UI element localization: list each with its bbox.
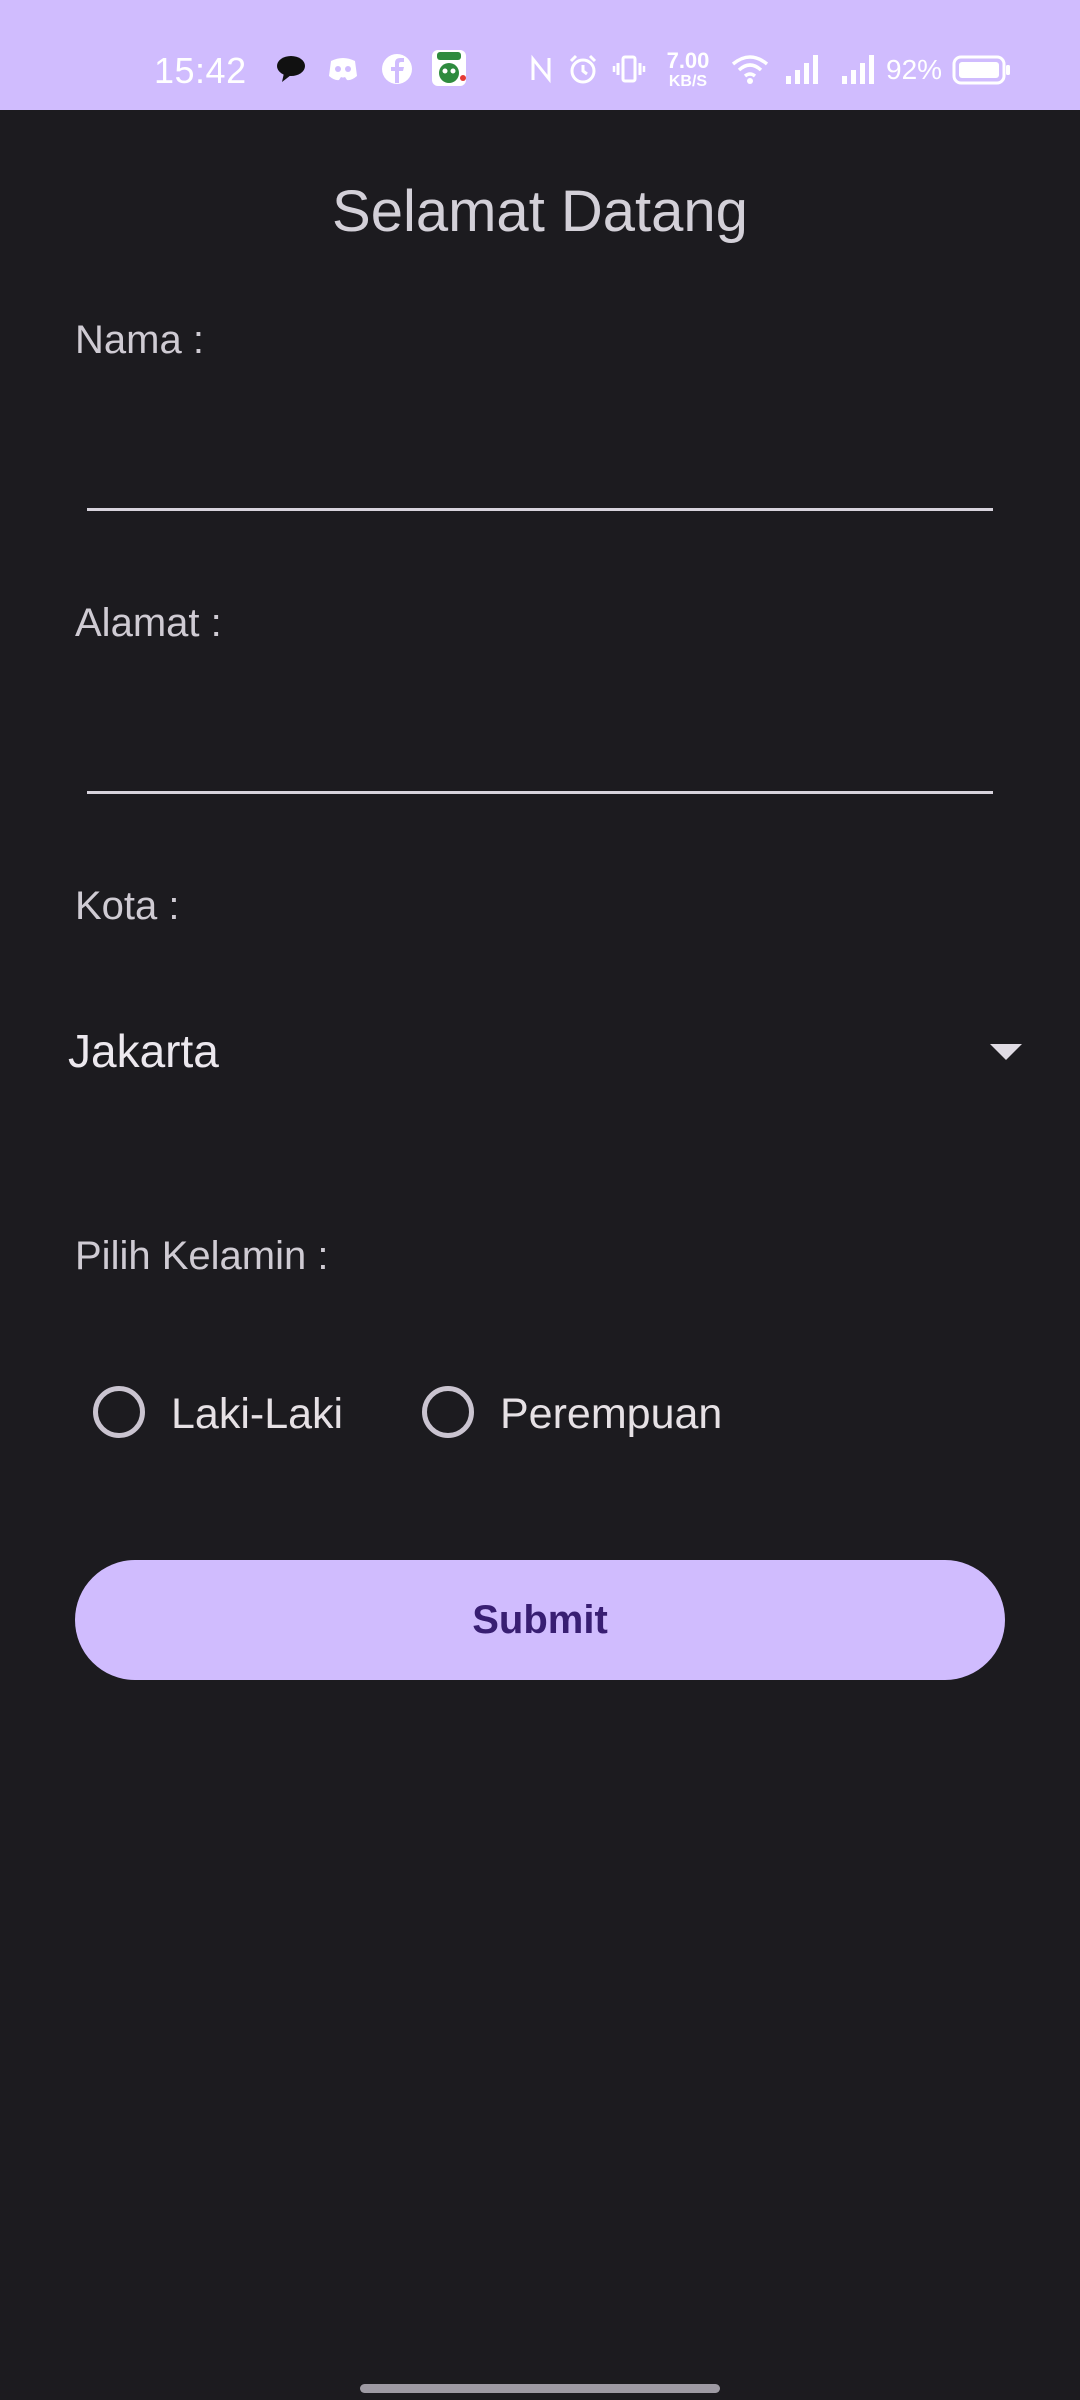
address-input[interactable]	[87, 701, 993, 794]
nfc-icon	[531, 54, 551, 84]
name-input[interactable]	[87, 418, 993, 511]
radio-unchecked-icon	[422, 1386, 474, 1438]
chat-bubble-icon	[277, 56, 305, 82]
signal-icon	[786, 55, 818, 84]
city-dropdown[interactable]: Jakarta	[68, 1010, 1028, 1100]
discord-icon	[329, 58, 357, 81]
radio-unchecked-icon	[93, 1386, 145, 1438]
network-speed: 7.00 KB/S	[662, 50, 714, 90]
gender-label: Pilih Kelamin :	[75, 1234, 329, 1278]
city-dropdown-value: Jakarta	[68, 1025, 219, 1077]
status-time: 15:42	[154, 50, 247, 91]
alarm-icon	[569, 54, 597, 84]
network-speed-value: 7.00	[666, 48, 710, 73]
network-speed-unit: KB/S	[668, 73, 708, 90]
radio-label-perempuan: Perempuan	[500, 1390, 723, 1438]
city-label: Kota :	[75, 884, 180, 928]
sticker-app-icon	[432, 50, 466, 86]
submit-button[interactable]: Submit	[75, 1560, 1005, 1680]
address-label: Alamat :	[75, 601, 222, 645]
status-bar: 15:42 7.00 KB/S 92%	[0, 0, 1080, 110]
wifi-icon	[731, 55, 769, 84]
radio-option-laki-laki[interactable]: Laki-Laki	[93, 1382, 383, 1452]
home-indicator[interactable]	[360, 2384, 720, 2393]
name-label: Nama :	[75, 318, 204, 362]
page-title: Selamat Datang	[332, 179, 748, 244]
battery-percent: 92%	[886, 54, 943, 85]
radio-label-laki-laki: Laki-Laki	[171, 1390, 344, 1438]
dropdown-arrow-icon	[990, 1044, 1022, 1060]
battery-icon	[952, 55, 1010, 85]
signal-icon	[842, 55, 874, 84]
vibrate-icon	[612, 55, 646, 83]
radio-option-perempuan[interactable]: Perempuan	[422, 1382, 762, 1452]
facebook-icon	[382, 54, 412, 84]
